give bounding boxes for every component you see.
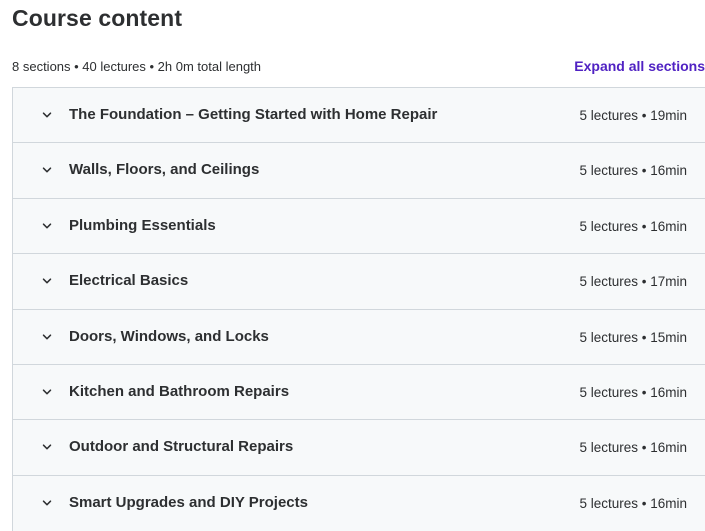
section-meta: 5 lectures • 16min [579, 163, 687, 179]
course-stats-row: 8 sections • 40 lectures • 2h 0m total l… [12, 58, 705, 78]
course-content-panel: Course content 8 sections • 40 lectures … [0, 0, 705, 531]
section-title: Electrical Basics [69, 272, 189, 290]
section-item[interactable]: Kitchen and Bathroom Repairs 5 lectures … [13, 364, 705, 421]
section-meta: 5 lectures • 17min [579, 274, 687, 290]
chevron-down-icon [41, 386, 53, 398]
section-meta: 5 lectures • 16min [579, 440, 687, 456]
section-item[interactable]: Smart Upgrades and DIY Projects 5 lectur… [13, 475, 705, 531]
section-meta: 5 lectures • 15min [579, 329, 687, 345]
section-meta: 5 lectures • 16min [579, 218, 687, 234]
section-list: The Foundation – Getting Started with Ho… [12, 87, 705, 531]
section-meta: 5 lectures • 16min [579, 384, 687, 400]
section-item[interactable]: Outdoor and Structural Repairs 5 lecture… [13, 420, 705, 476]
section-item[interactable]: Electrical Basics 5 lectures • 17min [13, 254, 705, 310]
section-item[interactable]: Walls, Floors, and Ceilings 5 lectures •… [13, 143, 705, 199]
course-stats: 8 sections • 40 lectures • 2h 0m total l… [12, 59, 262, 74]
section-title: Plumbing Essentials [69, 216, 216, 234]
expand-all-sections-button[interactable]: Expand all sections [574, 57, 705, 75]
section-title: Doors, Windows, and Locks [69, 327, 269, 345]
section-item[interactable]: Plumbing Essentials 5 lectures • 16min [13, 198, 705, 255]
section-item[interactable]: The Foundation – Getting Started with Ho… [13, 88, 705, 144]
chevron-down-icon [41, 109, 53, 121]
section-title: Smart Upgrades and DIY Projects [69, 493, 308, 511]
section-meta: 5 lectures • 19min [579, 108, 687, 123]
section-title: The Foundation – Getting Started with Ho… [69, 106, 438, 123]
chevron-down-icon [41, 220, 53, 232]
section-title: Outdoor and Structural Repairs [69, 438, 294, 456]
section-item[interactable]: Doors, Windows, and Locks 5 lectures • 1… [13, 309, 705, 365]
chevron-down-icon [41, 497, 53, 509]
page-title: Course content [12, 5, 183, 31]
chevron-down-icon [41, 164, 53, 176]
section-title: Kitchen and Bathroom Repairs [69, 382, 290, 400]
chevron-down-icon [41, 331, 53, 343]
section-meta: 5 lectures • 16min [579, 495, 687, 511]
section-title: Walls, Floors, and Ceilings [69, 161, 260, 179]
chevron-down-icon [41, 275, 53, 287]
chevron-down-icon [41, 441, 53, 453]
